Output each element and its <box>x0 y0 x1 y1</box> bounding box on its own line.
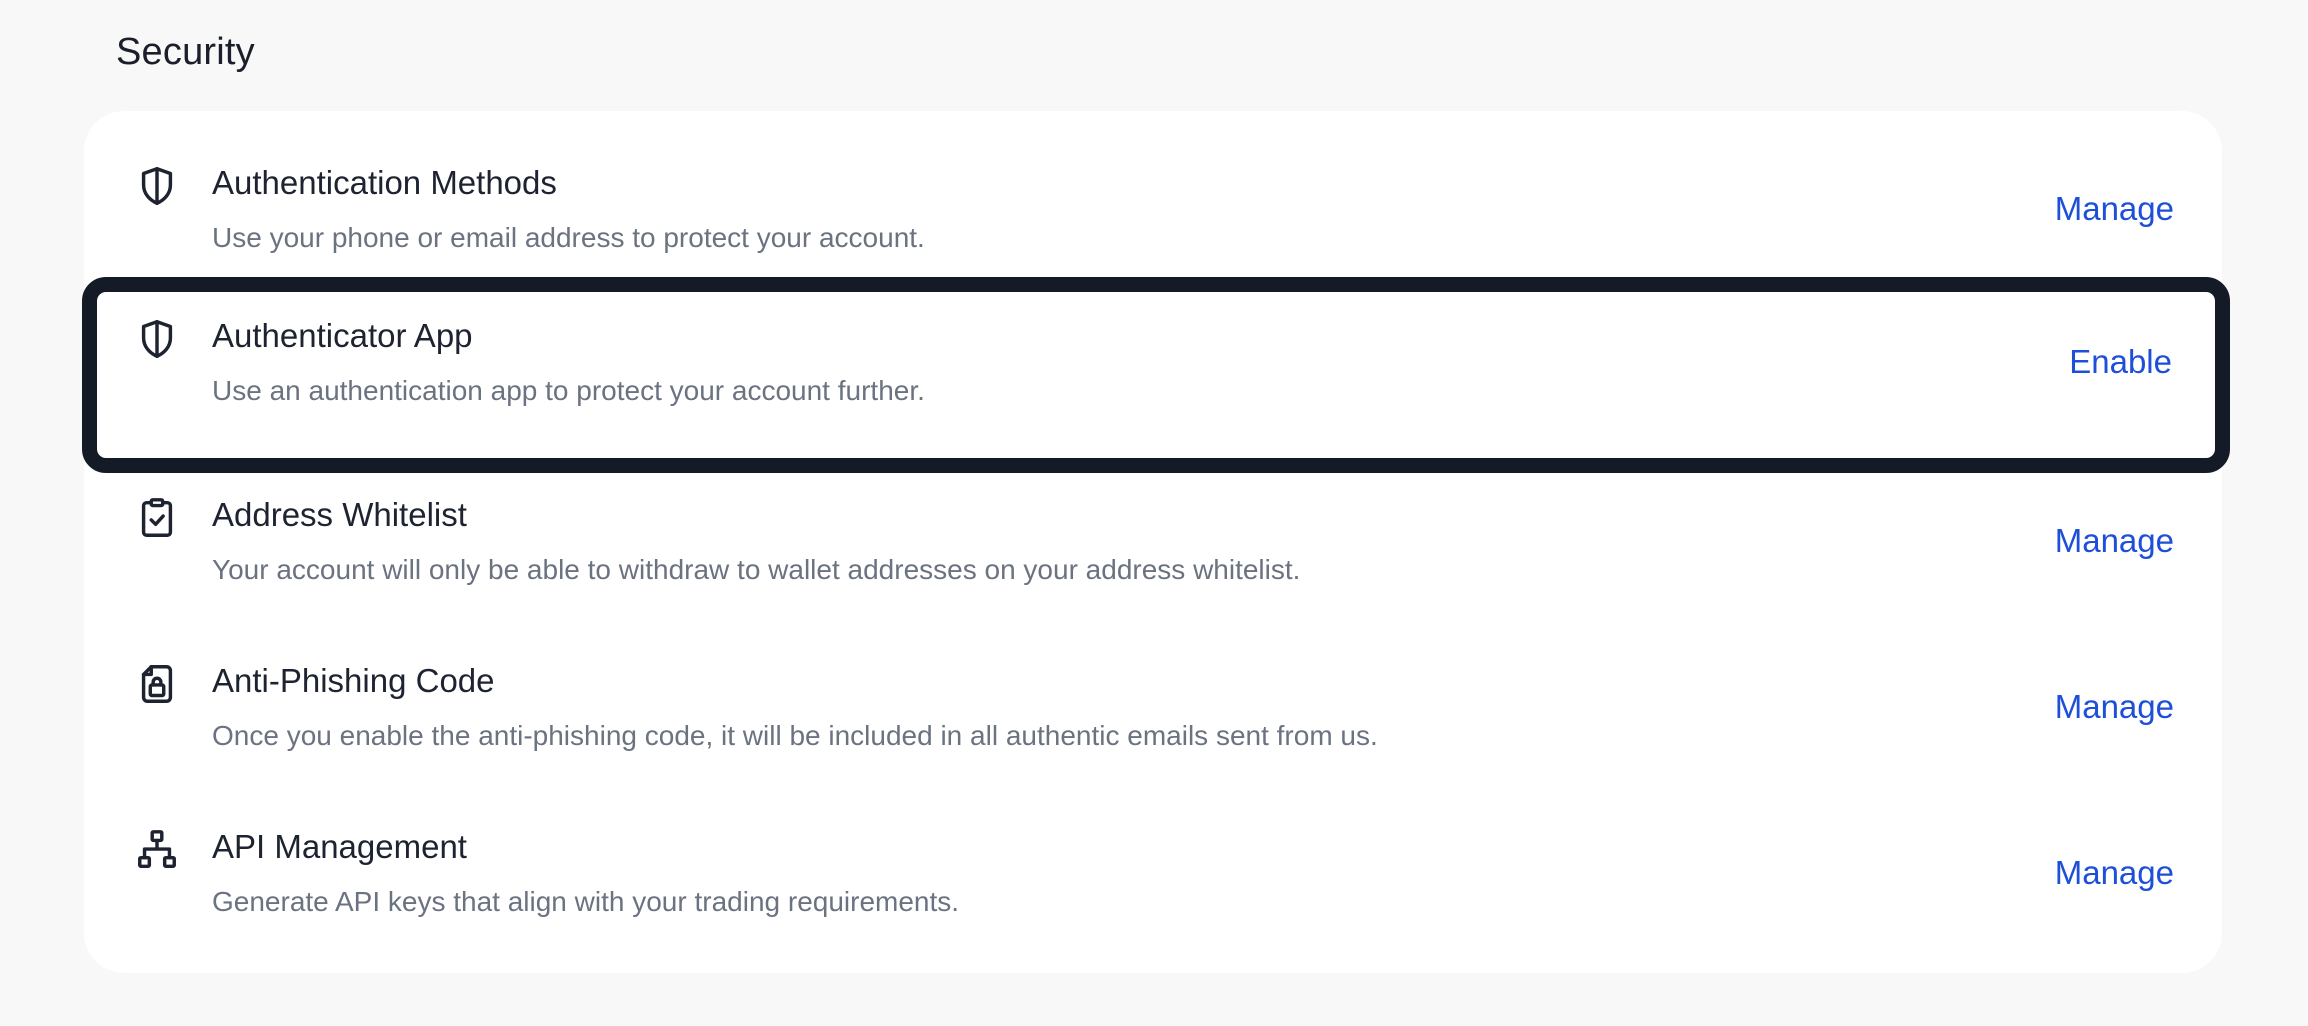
security-item-description: Use an authentication app to protect you… <box>212 375 925 406</box>
security-item-api-management: API Management Generate API keys that al… <box>84 775 2222 941</box>
clipboard-check-icon <box>134 495 180 541</box>
manage-button[interactable]: Manage <box>2055 685 2174 729</box>
security-item-title: Authentication Methods <box>212 164 557 201</box>
security-item-title: API Management <box>212 828 467 865</box>
shield-icon <box>134 163 180 209</box>
security-item-title: Address Whitelist <box>212 496 467 533</box>
shield-icon <box>134 316 180 362</box>
security-item-authentication-methods: Authentication Methods Use your phone or… <box>84 111 2222 277</box>
page-title: Security <box>116 31 255 73</box>
security-item-anti-phishing-code: Anti-Phishing Code Once you enable the a… <box>84 609 2222 775</box>
manage-button[interactable]: Manage <box>2055 519 2174 563</box>
manage-button[interactable]: Manage <box>2055 851 2174 895</box>
security-item-description: Use your phone or email address to prote… <box>212 222 925 253</box>
security-item-description: Generate API keys that align with your t… <box>212 886 960 917</box>
security-item-address-whitelist: Address Whitelist Your account will only… <box>84 443 2222 609</box>
security-item-description: Once you enable the anti-phishing code, … <box>212 720 1378 751</box>
network-icon <box>134 827 180 873</box>
security-item-title: Authenticator App <box>212 317 473 354</box>
document-lock-icon <box>134 661 180 707</box>
manage-button[interactable]: Manage <box>2055 187 2174 231</box>
security-item-title: Anti-Phishing Code <box>212 662 495 699</box>
security-item-description: Your account will only be able to withdr… <box>212 554 1301 585</box>
enable-button[interactable]: Enable <box>2069 340 2172 384</box>
